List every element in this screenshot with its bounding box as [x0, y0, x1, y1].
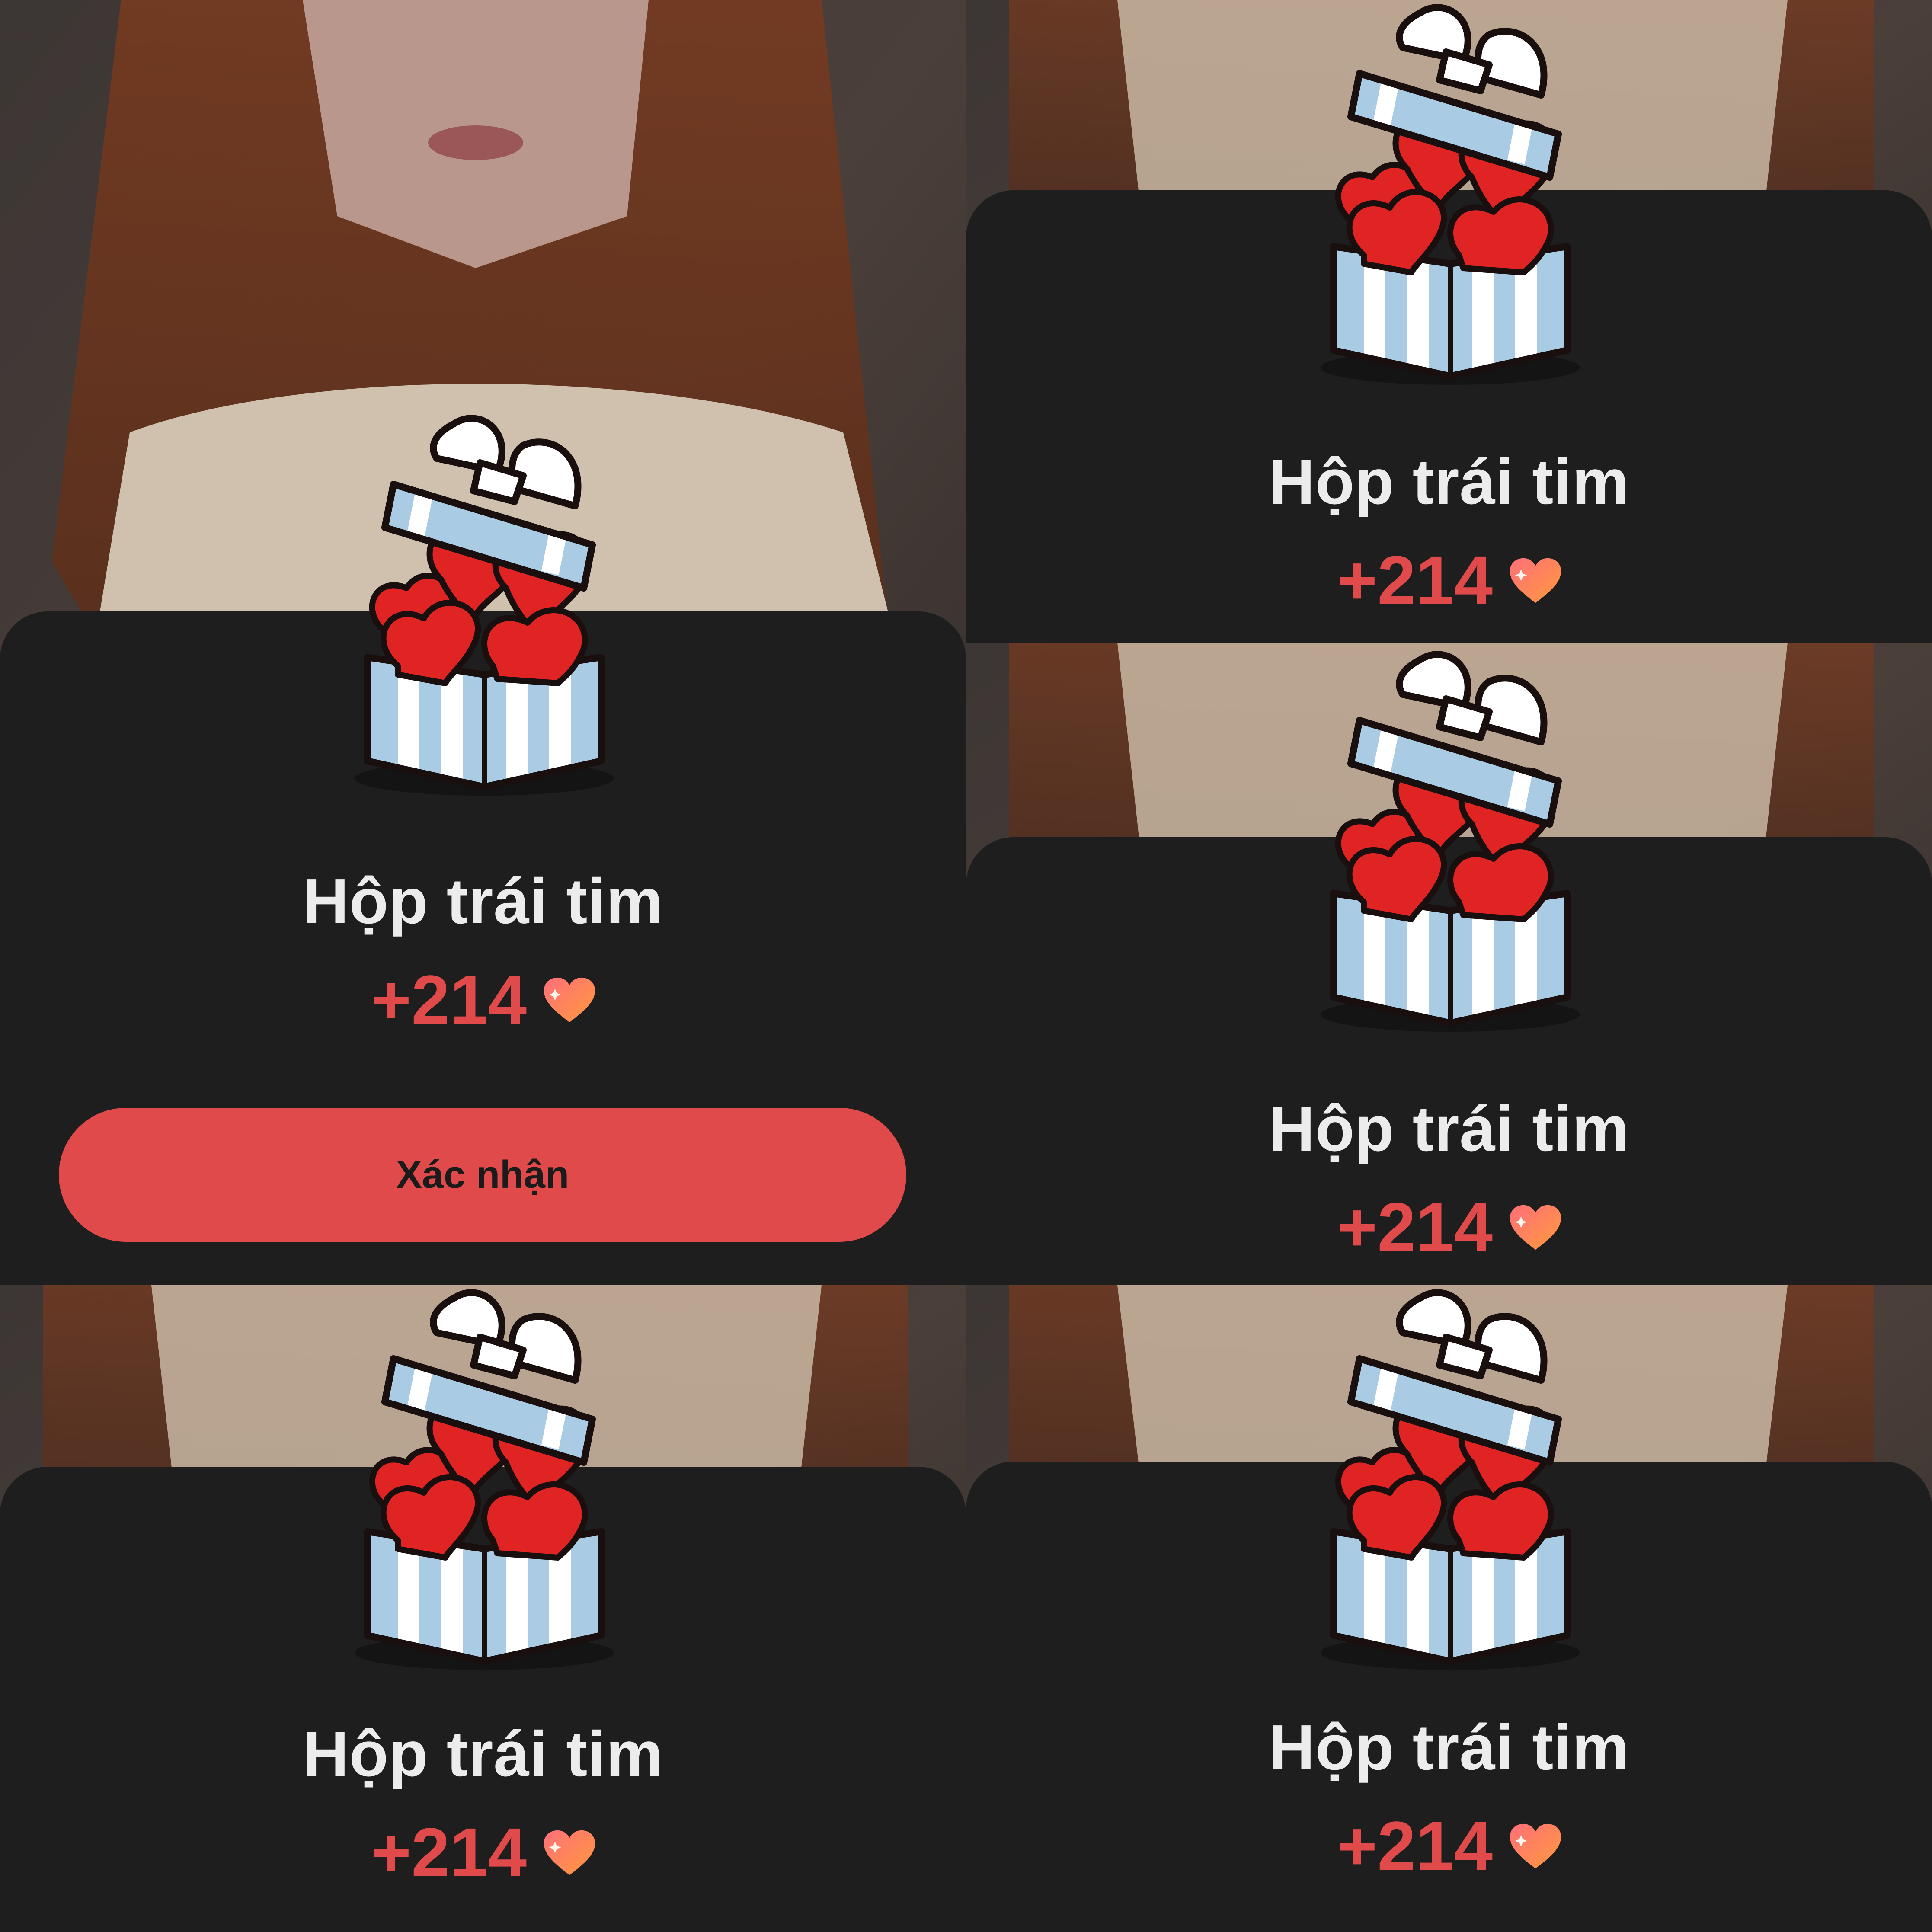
screen-panel-5: Hộp trái tim +214 — [966, 1285, 1932, 1932]
reward-amount-value: +214 — [1337, 1807, 1493, 1884]
reward-amount: +214 — [966, 1806, 1932, 1886]
reward-amount: +214 — [0, 960, 966, 1040]
heart-icon — [1510, 558, 1561, 605]
screen-panel-3: Hộp trái tim +214 — [966, 643, 1932, 1285]
modal-title: Hộp trái tim — [1268, 1712, 1630, 1783]
modal-title: Hộp trái tim — [1268, 1093, 1630, 1164]
modal-title: Hộp trái tim — [302, 1718, 664, 1790]
gift-box-hearts-icon — [350, 406, 618, 796]
reward-amount-value: +214 — [371, 961, 527, 1038]
screen-panel-2: Hộp trái tim +214 — [966, 0, 1932, 643]
gift-box-hearts-icon — [1316, 1285, 1584, 1670]
reward-amount-value: +214 — [1337, 1188, 1493, 1266]
heart-icon — [544, 977, 595, 1025]
modal-title: Hộp trái tim — [302, 866, 664, 937]
confirm-button[interactable]: Xác nhận — [59, 1108, 906, 1242]
reward-amount: +214 — [966, 1187, 1932, 1267]
modal-title: Hộp trái tim — [1268, 446, 1630, 518]
gift-box-hearts-icon — [1316, 0, 1584, 385]
screen-panel-4: Hộp trái tim +214 — [0, 1285, 966, 1932]
reward-amount: +214 — [966, 541, 1932, 620]
reward-amount: +214 — [0, 1813, 966, 1892]
gift-box-hearts-icon — [1316, 643, 1584, 1032]
heart-icon — [1510, 1205, 1561, 1252]
reward-amount-value: +214 — [1337, 541, 1493, 619]
screen-panel-1: Hộp trái tim +214 Xác nhận — [0, 0, 966, 1285]
heart-icon — [1510, 1823, 1561, 1871]
reward-amount-value: +214 — [371, 1814, 527, 1891]
heart-icon — [544, 1830, 595, 1878]
gift-box-hearts-icon — [350, 1285, 618, 1670]
